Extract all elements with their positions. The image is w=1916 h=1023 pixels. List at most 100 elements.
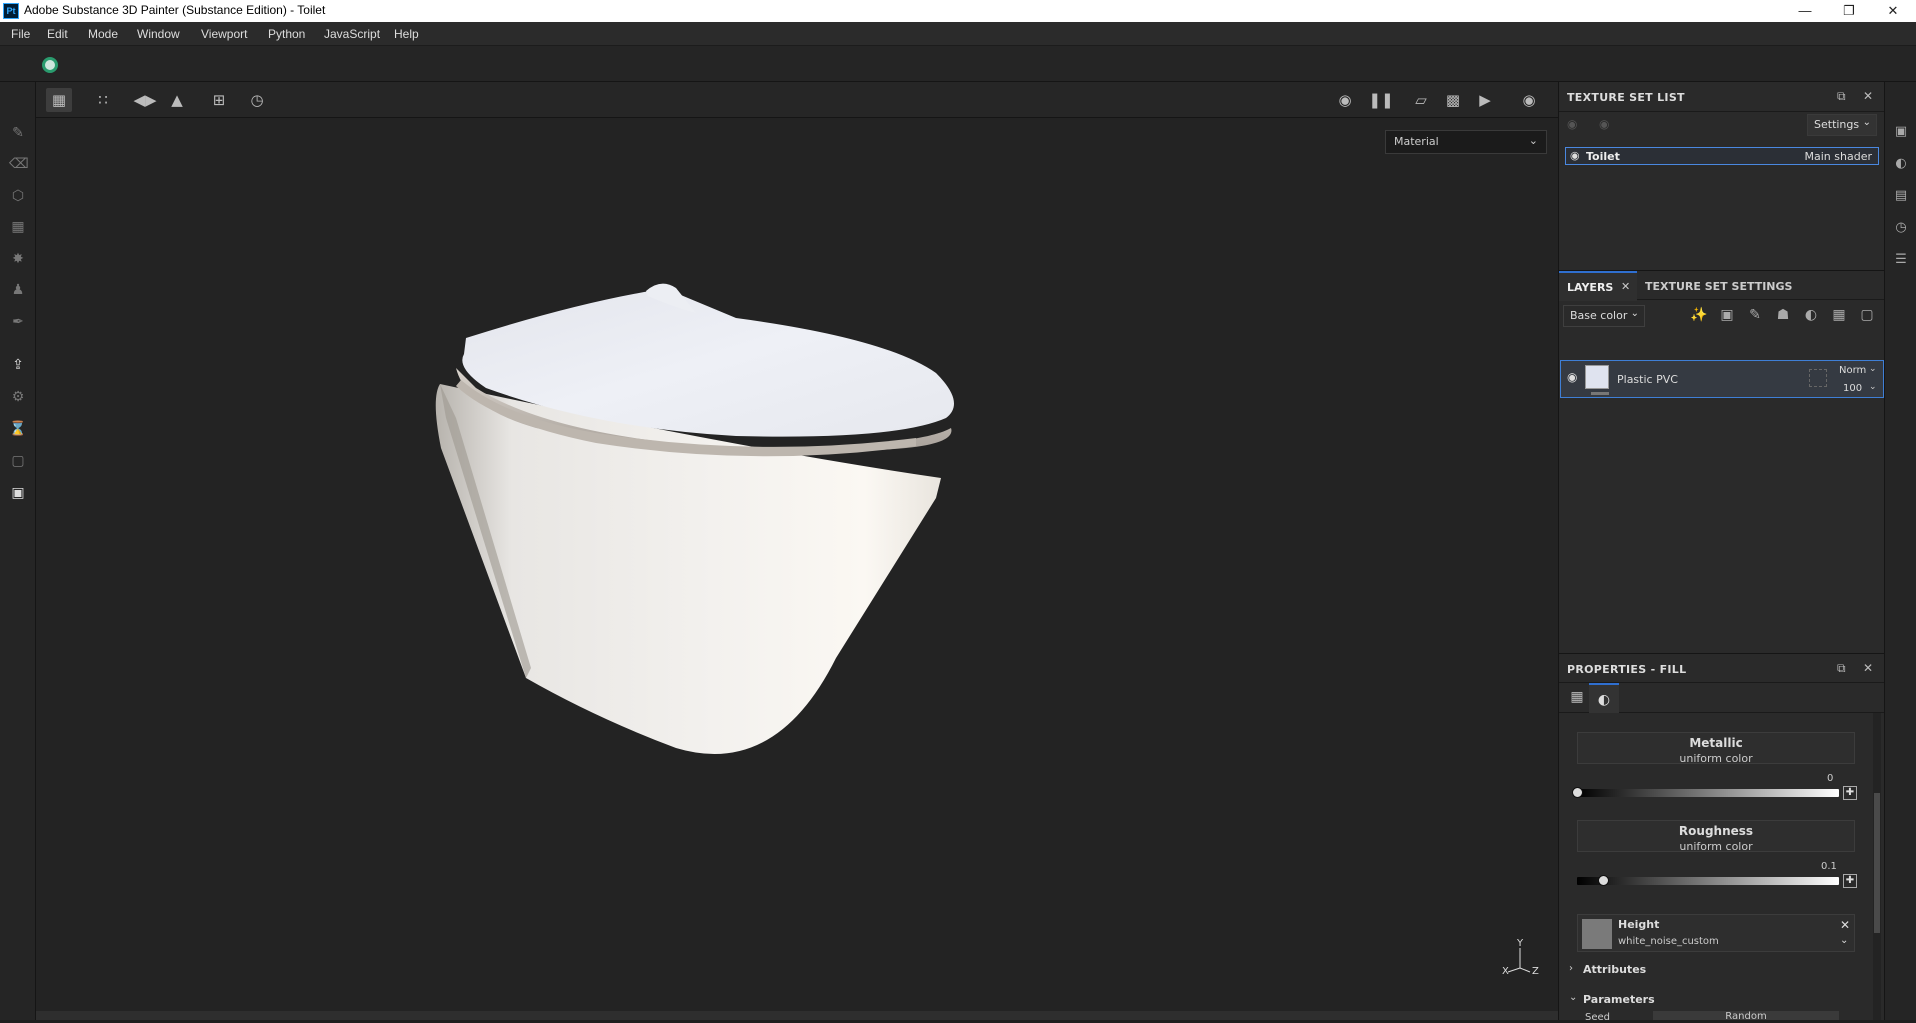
layer-row[interactable]: ◉ Plastic PVC Norm ⌄ 100 ⌄ bbox=[1560, 360, 1884, 398]
restore-icon[interactable]: ❐ bbox=[1826, 0, 1872, 22]
texture-set-shader[interactable]: Main shader bbox=[1805, 150, 1872, 163]
parameters-section[interactable]: ⌄ Parameters bbox=[1569, 992, 1869, 1010]
parameters-label: Parameters bbox=[1583, 993, 1655, 1006]
layer-eye-icon[interactable]: ◉ bbox=[1567, 370, 1577, 384]
add-effect-icon[interactable]: ✨ bbox=[1689, 307, 1709, 323]
attributes-label: Attributes bbox=[1583, 963, 1647, 976]
close-icon[interactable]: ✕ bbox=[1870, 0, 1916, 22]
close-panel-icon[interactable]: ✕ bbox=[1863, 89, 1873, 103]
screenshot-icon[interactable]: ◉ bbox=[1516, 88, 1542, 112]
layer-opacity[interactable]: 100 bbox=[1843, 383, 1862, 394]
channel-dropdown-value: Base color bbox=[1570, 309, 1628, 322]
float-panel-icon[interactable]: ⧉ bbox=[1837, 89, 1846, 104]
metallic-value[interactable]: 0 bbox=[1827, 773, 1833, 784]
clone-stamp-icon[interactable]: ♟ bbox=[9, 281, 27, 299]
menu-window[interactable]: Window bbox=[137, 27, 180, 41]
pause-icon[interactable]: ❚❚ bbox=[1368, 88, 1394, 112]
visibility-off-icon[interactable]: ◉ bbox=[1567, 117, 1577, 131]
tab-material-icon[interactable]: ◐ bbox=[1589, 683, 1619, 713]
tab-texture-set-settings[interactable]: TEXTURE SET SETTINGS bbox=[1645, 280, 1792, 293]
roughness-source-button[interactable]: Roughness uniform color bbox=[1577, 820, 1855, 853]
add-fill-layer-icon[interactable]: ☗ bbox=[1773, 307, 1793, 323]
menu-file[interactable]: File bbox=[11, 27, 30, 41]
tab-layers[interactable]: LAYERS ✕ bbox=[1559, 271, 1637, 301]
height-resource-slot[interactable]: Height white_noise_custom ✕ ⌄ bbox=[1577, 914, 1855, 952]
assets-icon[interactable]: ▤ bbox=[1893, 188, 1909, 204]
hide-ui-icon[interactable]: ◉ bbox=[1332, 88, 1358, 112]
visibility-icon[interactable]: ◉ bbox=[1599, 117, 1609, 131]
metallic-source: uniform color bbox=[1679, 752, 1753, 765]
add-mask-icon[interactable]: ▣ bbox=[1717, 307, 1737, 323]
float-panel-icon[interactable]: ⧉ bbox=[1837, 661, 1846, 676]
3d-viewport[interactable] bbox=[36, 118, 1558, 1011]
history-icon[interactable]: ◷ bbox=[244, 88, 270, 112]
geometry-mask-icon[interactable]: ⚙ bbox=[9, 388, 27, 406]
layer-mask-slot[interactable] bbox=[1809, 369, 1827, 387]
menu-edit[interactable]: Edit bbox=[47, 27, 68, 41]
shader-settings-icon[interactable]: ◐ bbox=[1893, 156, 1909, 172]
close-tab-icon[interactable]: ✕ bbox=[1621, 280, 1630, 293]
texture-set-item[interactable]: ◉ Toilet Main shader bbox=[1565, 147, 1879, 165]
log-icon[interactable]: ☰ bbox=[1893, 252, 1909, 268]
add-folder-icon[interactable]: ▦ bbox=[1829, 307, 1849, 323]
menu-python[interactable]: Python bbox=[268, 27, 305, 41]
camera-icon[interactable]: ▶ bbox=[1472, 88, 1498, 112]
selection-icon[interactable]: ▢ bbox=[9, 452, 27, 470]
remove-resource-icon[interactable]: ✕ bbox=[1840, 918, 1850, 932]
tab-fill-properties-icon[interactable]: ▦ bbox=[1565, 689, 1589, 713]
polygon-fill-icon[interactable]: ▦ bbox=[9, 218, 27, 236]
menu-mode[interactable]: Mode bbox=[88, 27, 118, 41]
metallic-label: Metallic bbox=[1689, 736, 1743, 750]
menu-javascript[interactable]: JavaScript bbox=[324, 27, 380, 41]
layer-thumbnail bbox=[1585, 365, 1609, 389]
grid-view-icon[interactable]: ▦ bbox=[46, 88, 72, 112]
metallic-random-icon[interactable]: ✚ bbox=[1843, 786, 1857, 800]
metallic-slider[interactable] bbox=[1577, 789, 1839, 797]
axis-z-label: Z bbox=[1532, 966, 1539, 977]
add-smart-material-icon[interactable]: ◐ bbox=[1801, 307, 1821, 323]
camera-capture-icon[interactable]: ▣ bbox=[9, 484, 27, 502]
paint-brush-icon[interactable]: ✎ bbox=[9, 124, 27, 142]
roughness-random-icon[interactable]: ✚ bbox=[1843, 874, 1857, 888]
channel-dropdown[interactable]: Base color ⌄ bbox=[1563, 305, 1645, 327]
perspective-icon[interactable]: ▱ bbox=[1408, 88, 1434, 112]
color-picker-icon[interactable]: ✒ bbox=[9, 313, 27, 331]
right-dock: TEXTURE SET LIST ⧉ ✕ ◉ ◉ Settings ⌄ ◉ To… bbox=[1558, 82, 1885, 1023]
history-panel-icon[interactable]: ◷ bbox=[1893, 220, 1909, 236]
attributes-section[interactable]: › Attributes bbox=[1569, 962, 1869, 980]
close-panel-icon[interactable]: ✕ bbox=[1863, 661, 1873, 675]
chevron-down-icon[interactable]: ⌄ bbox=[1840, 935, 1848, 946]
seed-random-button[interactable]: Random bbox=[1653, 1011, 1839, 1020]
scrollbar-thumb[interactable] bbox=[1874, 793, 1880, 933]
viewport-display-select[interactable]: Material ⌄ bbox=[1385, 130, 1547, 154]
eye-icon[interactable]: ◉ bbox=[1570, 149, 1580, 162]
settings-dropdown[interactable]: Settings ⌄ bbox=[1807, 114, 1877, 136]
blend-mode-dropdown[interactable]: Norm bbox=[1839, 365, 1866, 376]
timeline-icon[interactable]: ⌛ bbox=[9, 420, 27, 438]
mirror-x-icon[interactable]: ◀▶ bbox=[132, 88, 158, 112]
cube-view-icon[interactable]: ▩ bbox=[1440, 88, 1466, 112]
display-settings-icon[interactable]: ▣ bbox=[1893, 124, 1909, 140]
title-bar: Pt Adobe Substance 3D Painter (Substance… bbox=[0, 0, 1916, 22]
smudge-icon[interactable]: ✸ bbox=[9, 250, 27, 268]
add-paint-layer-icon[interactable]: ✎ bbox=[1745, 307, 1765, 323]
toilet-model-render bbox=[435, 283, 954, 754]
properties-scrollbar[interactable] bbox=[1873, 713, 1881, 1020]
window-title: Adobe Substance 3D Painter (Substance Ed… bbox=[24, 3, 326, 17]
uv-tiles-icon[interactable]: ∷ bbox=[90, 88, 116, 112]
app-logo: Pt bbox=[3, 3, 19, 19]
minimize-icon[interactable]: — bbox=[1782, 0, 1828, 22]
menu-viewport[interactable]: Viewport bbox=[201, 27, 247, 41]
delete-layer-icon[interactable]: ▢ bbox=[1857, 307, 1877, 323]
projection-icon[interactable]: ⬡ bbox=[9, 187, 27, 205]
metallic-slider-knob[interactable] bbox=[1572, 787, 1583, 798]
bake-export-icon[interactable]: ⇪ bbox=[9, 356, 27, 374]
mirror-y-icon[interactable]: ▲ bbox=[164, 88, 190, 112]
roughness-slider[interactable] bbox=[1577, 877, 1839, 885]
layer-name[interactable]: Plastic PVC bbox=[1617, 373, 1678, 386]
menu-help[interactable]: Help bbox=[394, 27, 419, 41]
metallic-source-button[interactable]: Metallic uniform color bbox=[1577, 732, 1855, 765]
add-view-icon[interactable]: ⊞ bbox=[206, 88, 232, 112]
eraser-icon[interactable]: ⌫ bbox=[9, 155, 29, 173]
roughness-value[interactable]: 0.1 bbox=[1821, 861, 1837, 872]
